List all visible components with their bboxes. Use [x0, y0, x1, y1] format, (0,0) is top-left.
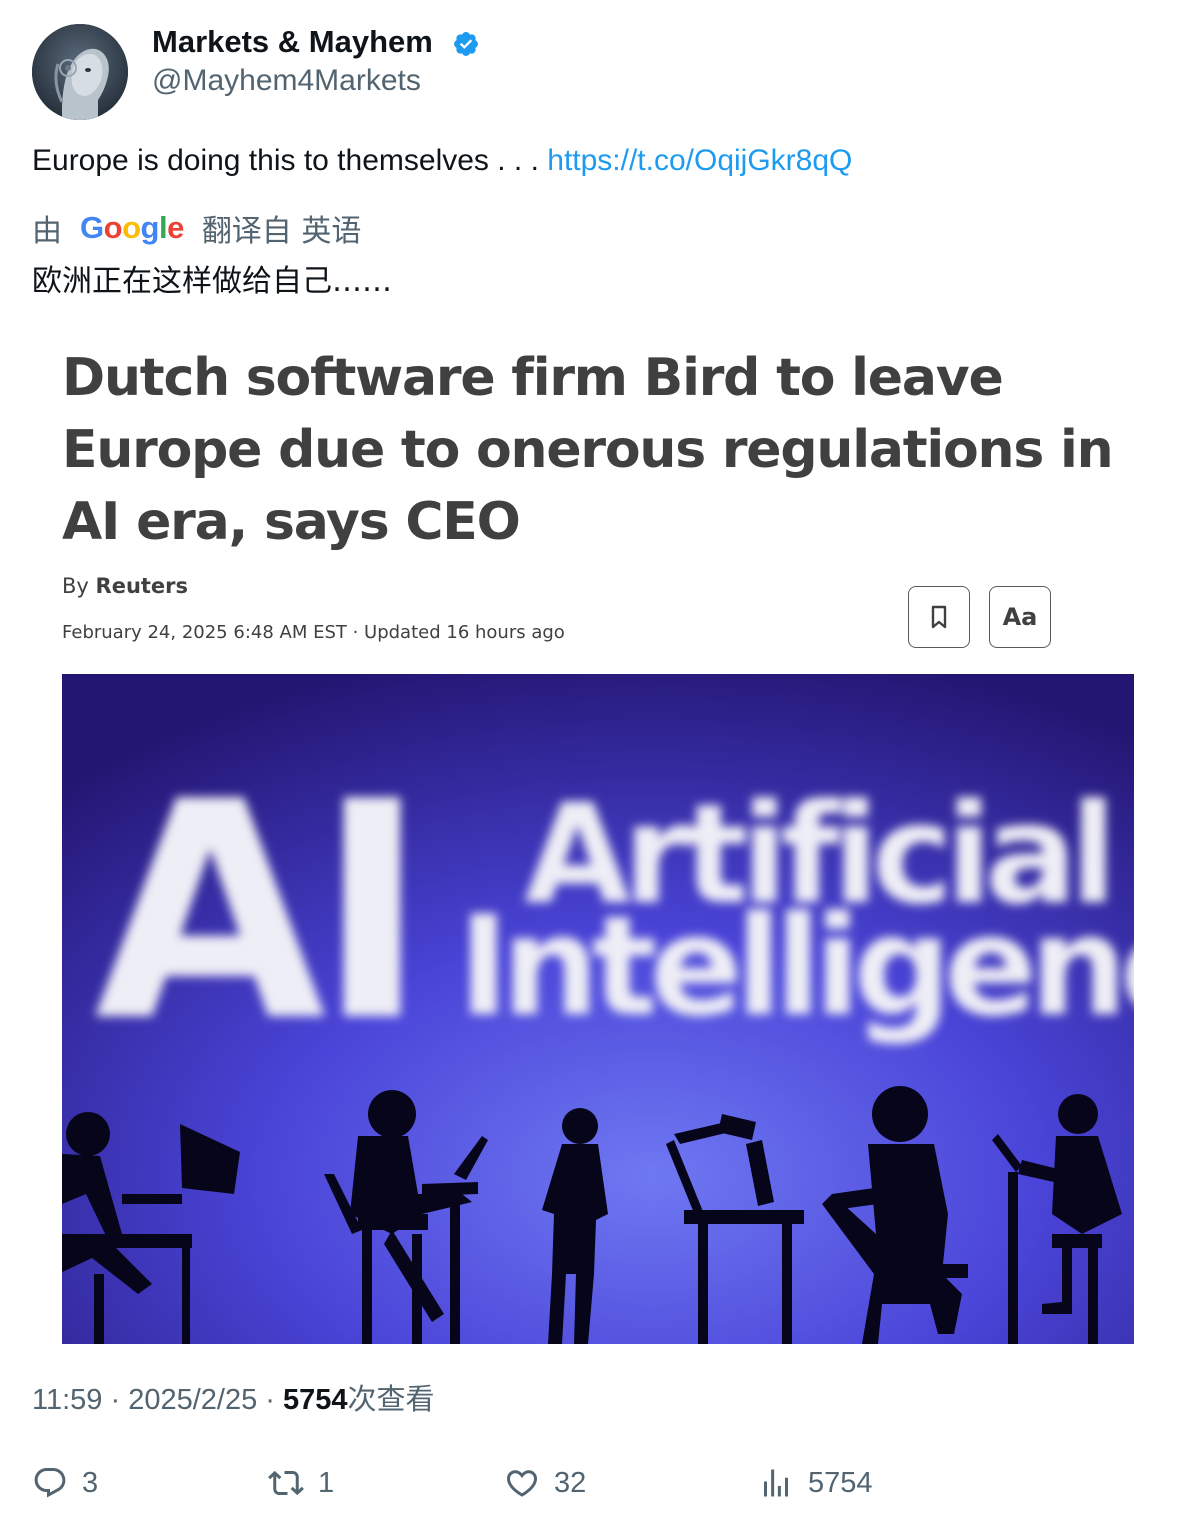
author-handle[interactable]: @Mayhem4Markets — [152, 64, 421, 98]
byline-source: Reuters — [95, 574, 189, 598]
retweet-icon — [268, 1470, 304, 1496]
translation-suffix: 翻译自 英语 — [201, 214, 362, 249]
heart-icon — [506, 1470, 538, 1497]
analytics-icon — [764, 1469, 788, 1497]
tweet-date[interactable]: 2025/2/25 — [128, 1384, 257, 1416]
google-logo: Google — [80, 210, 184, 245]
robot-avatar-icon — [32, 24, 128, 120]
photo-ai-text: AI — [94, 738, 418, 1087]
translated-text: 欧洲正在这样做给自己…… — [32, 264, 392, 299]
tweet-link[interactable]: https://t.co/OqijGkr8qQ — [547, 144, 852, 177]
ai-silhouettes-image: AI Artificial Intelligence — [62, 674, 1134, 1344]
byline-prefix: By — [62, 574, 89, 598]
tweet-time[interactable]: 11:59 — [32, 1384, 102, 1416]
retweet-button[interactable]: 1 — [268, 1462, 334, 1504]
avatar[interactable] — [32, 24, 128, 120]
translation-prefix: 由 — [32, 214, 62, 249]
translation-attribution[interactable]: 由 Google 翻译自 英语 — [32, 208, 362, 249]
retweet-count: 1 — [318, 1466, 335, 1499]
view-count: 5754 — [283, 1384, 348, 1416]
article-photo: AI Artificial Intelligence — [62, 674, 1134, 1344]
like-count: 32 — [554, 1466, 587, 1499]
article-headline: Dutch software firm Bird to leave Europe… — [62, 348, 1114, 552]
tweet-meta: 11:59 · 2025/2/25 · 5754次查看 — [32, 1376, 435, 1418]
font-size-button: Aa — [989, 586, 1051, 648]
article-screenshot[interactable]: Dutch software firm Bird to leave Europe… — [32, 318, 1164, 1364]
meta-separator: · — [102, 1384, 129, 1416]
reply-button[interactable]: 3 — [32, 1462, 98, 1504]
author-display-name[interactable]: Markets & Mayhem — [152, 24, 433, 60]
like-button[interactable]: 32 — [504, 1462, 586, 1504]
reply-count: 3 — [82, 1466, 99, 1499]
verified-badge-icon — [454, 32, 478, 56]
views-button[interactable]: 5754 — [758, 1462, 873, 1504]
bookmark-icon — [931, 605, 947, 629]
view-count-label: 次查看 — [347, 1382, 435, 1416]
tweet-text: Europe is doing this to themselves . . .… — [32, 144, 852, 178]
article-byline: By Reuters — [62, 574, 188, 598]
article-dateline: February 24, 2025 6:48 AM EST · Updated … — [62, 622, 565, 643]
tweet-body: Europe is doing this to themselves . . . — [32, 144, 548, 177]
photo-line2-text: Intelligence — [458, 886, 1134, 1047]
reply-icon — [34, 1468, 66, 1498]
meta-separator: · — [257, 1384, 283, 1416]
bookmark-button — [908, 586, 970, 648]
views-count: 5754 — [808, 1466, 873, 1499]
